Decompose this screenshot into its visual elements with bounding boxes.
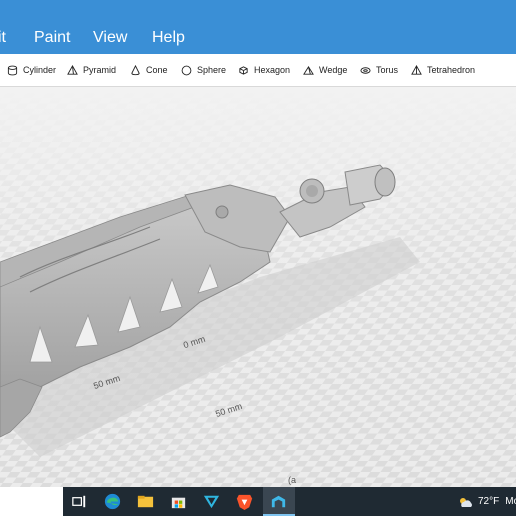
cone-label: Cone: [146, 65, 168, 75]
pyramid-label: Pyramid: [83, 65, 117, 75]
pyramid-button[interactable]: Pyramid: [67, 54, 116, 86]
cylinder-button[interactable]: Cylinder: [7, 54, 56, 86]
shapes-toolbar: Cylinder Pyramid Cone Sphere Hexagon Wed…: [0, 54, 516, 87]
cylinder-icon: [7, 65, 18, 75]
hexagon-button[interactable]: Hexagon: [238, 54, 290, 86]
edge-icon[interactable]: [103, 492, 122, 511]
torus-icon: [360, 66, 371, 74]
brave-icon[interactable]: [235, 492, 254, 511]
tetrahedron-icon: [411, 64, 422, 75]
weather-temperature: 72°F: [478, 496, 500, 507]
scene-canvas: [0, 87, 516, 487]
task-view-icon[interactable]: [70, 492, 89, 511]
wedge-button[interactable]: Wedge: [303, 54, 347, 86]
dimension-label-bottom: (a: [288, 475, 297, 485]
hexagon-icon: [239, 65, 248, 75]
menu-edit[interactable]: it: [0, 28, 6, 48]
vpn-icon[interactable]: [202, 492, 221, 511]
paint-3d-icon[interactable]: [269, 492, 288, 511]
sphere-label: Sphere: [197, 65, 227, 75]
menu-help[interactable]: Help: [152, 28, 185, 48]
cone-icon: [131, 64, 140, 75]
menu-view[interactable]: View: [93, 28, 127, 48]
menu-paint[interactable]: Paint: [34, 28, 70, 48]
weather-text: Mo: [505, 496, 516, 507]
cylinder-label: Cylinder: [23, 65, 57, 75]
cone-button[interactable]: Cone: [130, 54, 168, 86]
tetrahedron-button[interactable]: Tetrahedron: [411, 54, 475, 86]
3d-viewport[interactable]: 0 mm 50 mm 50 mm (a: [0, 87, 516, 487]
cloud-sun-icon: [460, 497, 472, 507]
file-explorer-icon[interactable]: [136, 492, 155, 511]
weather-widget[interactable]: 72°F Mo: [458, 487, 516, 516]
store-icon[interactable]: [169, 492, 188, 511]
sphere-icon: [181, 65, 192, 75]
torus-button[interactable]: Torus: [360, 54, 398, 86]
menu-bar: it Paint View Help: [0, 0, 516, 54]
tetrahedron-label: Tetrahedron: [427, 65, 476, 75]
wedge-icon: [303, 65, 314, 75]
sphere-button[interactable]: Sphere: [181, 54, 226, 86]
pyramid-icon: [67, 64, 78, 75]
torus-label: Torus: [376, 65, 399, 75]
taskbar: 72°F Mo: [0, 487, 516, 516]
hexagon-label: Hexagon: [254, 65, 291, 75]
wedge-label: Wedge: [319, 65, 348, 75]
